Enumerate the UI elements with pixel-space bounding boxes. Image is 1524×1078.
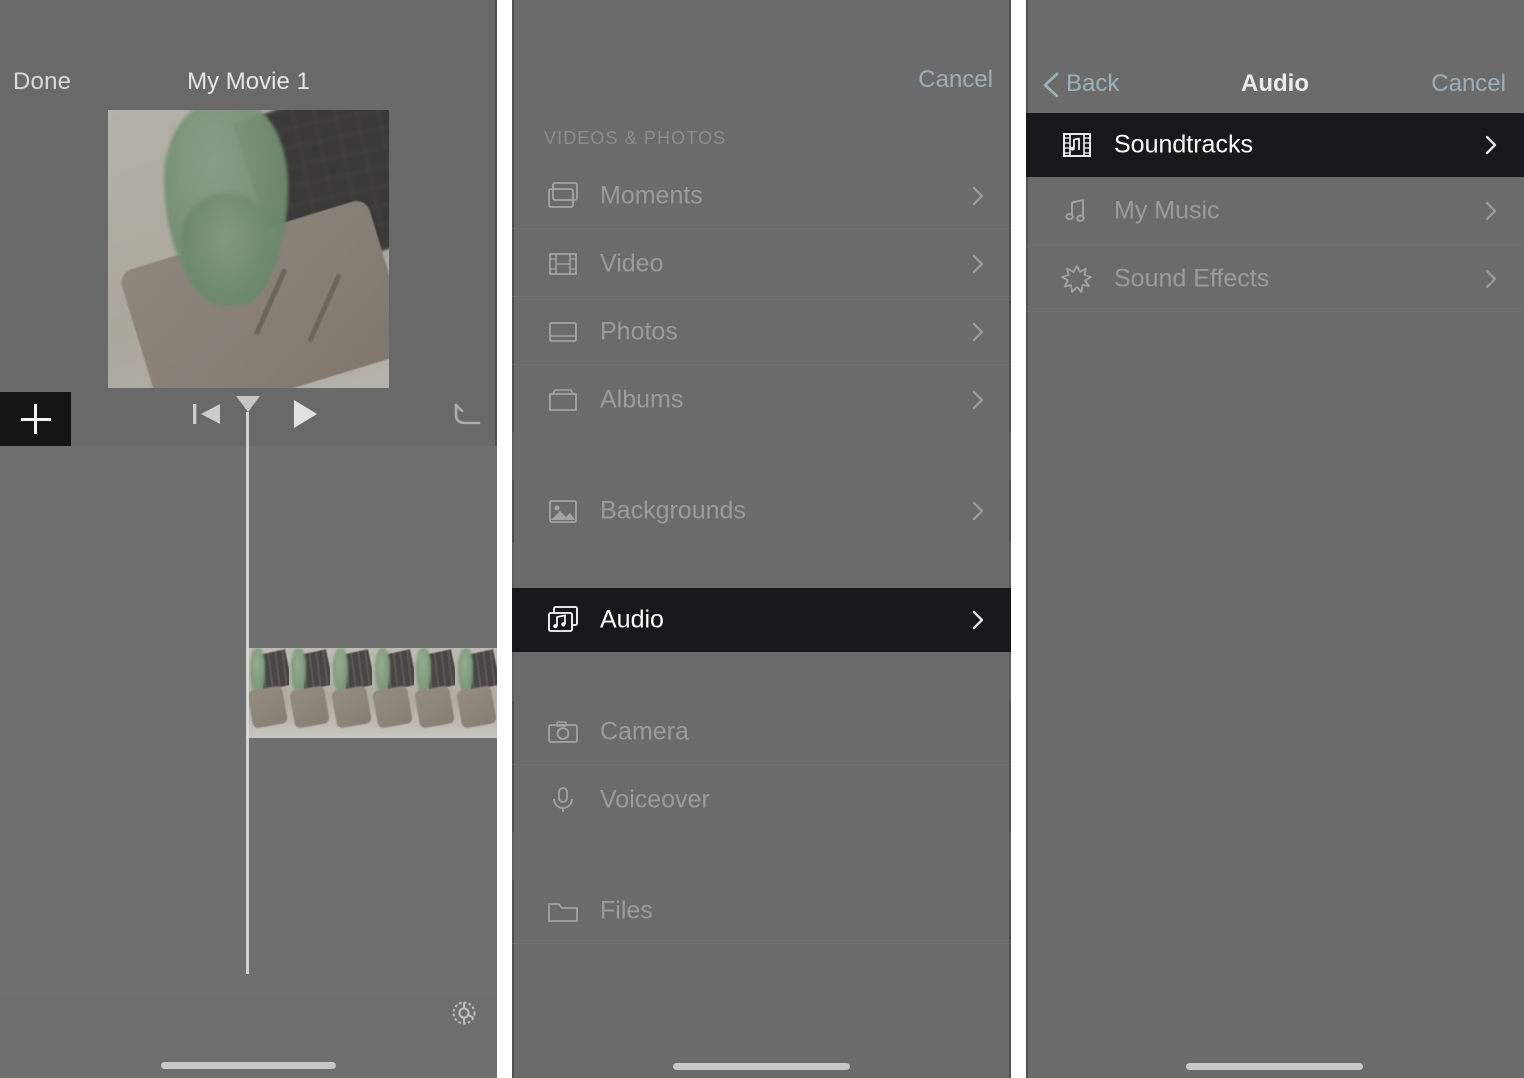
list-item-label: Voiceover	[600, 785, 710, 814]
plus-icon	[20, 404, 51, 434]
clip-frame	[247, 648, 289, 738]
list-item-soundtracks[interactable]: Soundtracks	[1026, 113, 1524, 177]
list-item-label: Soundtracks	[1114, 130, 1253, 159]
group-separator	[512, 543, 1011, 588]
clip-frame	[372, 648, 414, 738]
list-item-backgrounds[interactable]: Backgrounds	[512, 480, 1011, 542]
home-indicator	[1186, 1063, 1363, 1070]
home-indicator	[673, 1063, 850, 1070]
screenshot-stage: Done My Movie 1 Cancel VIDEOS & PHOTOS M…	[0, 0, 1524, 1078]
camera-icon	[544, 715, 582, 749]
audio-sheet-navbar: Back Audio Cancel	[1026, 70, 1524, 110]
chevron-right-icon	[971, 389, 985, 411]
page-title: My Movie 1	[187, 68, 310, 95]
skip-to-start-icon[interactable]	[192, 401, 222, 427]
list-item-video[interactable]: Video	[512, 233, 1011, 295]
moments-icon	[544, 179, 582, 213]
home-indicator	[161, 1062, 336, 1069]
list-item-label: My Music	[1114, 196, 1220, 225]
audio-icon	[544, 603, 582, 637]
list-item-moments[interactable]: Moments	[512, 165, 1011, 227]
list-item-label: Albums	[600, 385, 684, 414]
panel-imovie-editor: Done My Movie 1	[0, 0, 497, 1078]
photo-icon	[544, 315, 582, 349]
list-item-label: Moments	[600, 181, 703, 210]
group-separator	[512, 432, 1011, 480]
albums-icon	[544, 383, 582, 417]
backgrounds-icon	[544, 494, 582, 528]
list-item-label: Sound Effects	[1114, 264, 1270, 293]
list-item-label: Backgrounds	[600, 496, 746, 525]
folder-icon	[544, 894, 582, 928]
chevron-right-icon	[971, 609, 985, 631]
list-item-label: Photos	[600, 317, 678, 346]
editor-navbar: Done My Movie 1	[0, 68, 497, 106]
list-item-my-music[interactable]: My Music	[1026, 180, 1524, 242]
chevron-right-icon	[971, 253, 985, 275]
group-separator	[512, 832, 1011, 880]
list-item-camera[interactable]: Camera	[512, 701, 1011, 763]
chevron-right-icon	[971, 185, 985, 207]
chevron-right-icon	[971, 321, 985, 343]
row-divider	[512, 364, 1011, 365]
clip-frame	[330, 648, 373, 738]
row-divider	[512, 296, 1011, 297]
chevron-right-icon	[1484, 268, 1498, 290]
dim-overlay	[108, 110, 389, 388]
list-item-label: Camera	[600, 717, 689, 746]
playhead-line	[246, 412, 249, 974]
list-item-albums[interactable]: Albums	[512, 369, 1011, 431]
panel-media-picker: Cancel VIDEOS & PHOTOS Moments Video Pho…	[512, 0, 1011, 1078]
row-divider	[512, 764, 1011, 765]
undo-icon[interactable]	[452, 400, 482, 428]
sound-burst-icon	[1058, 262, 1096, 296]
playhead-marker	[236, 396, 260, 412]
row-divider	[512, 228, 1011, 229]
clip-frame	[455, 648, 497, 738]
row-divider	[512, 943, 1011, 944]
cancel-button[interactable]: Cancel	[1431, 70, 1506, 98]
group-separator	[512, 652, 1011, 701]
list-item-photos[interactable]: Photos	[512, 301, 1011, 363]
microphone-icon	[544, 783, 582, 817]
list-item-label: Video	[600, 249, 664, 278]
list-item-sound-effects[interactable]: Sound Effects	[1026, 248, 1524, 310]
list-item-label: Files	[600, 896, 653, 925]
music-note-icon	[1058, 194, 1096, 228]
chevron-right-icon	[971, 500, 985, 522]
clip-frame	[413, 648, 456, 738]
video-preview[interactable]	[108, 110, 389, 388]
play-icon[interactable]	[291, 399, 319, 429]
list-item-audio[interactable]: Audio	[512, 588, 1011, 652]
add-media-button[interactable]	[0, 392, 71, 446]
timeline-clip[interactable]	[247, 648, 497, 738]
clip-frame	[288, 648, 331, 738]
soundtrack-film-icon	[1058, 128, 1096, 162]
list-item-voiceover[interactable]: Voiceover	[512, 769, 1011, 831]
section-header-videos-photos: VIDEOS & PHOTOS	[544, 128, 727, 148]
row-divider	[1026, 311, 1524, 312]
row-divider	[1026, 245, 1524, 246]
panel-audio-picker: Back Audio Cancel Soundtracks My Music S…	[1026, 0, 1524, 1078]
media-sheet-navbar: Cancel	[512, 66, 1011, 106]
gear-icon[interactable]	[449, 998, 479, 1028]
chevron-right-icon	[1484, 134, 1498, 156]
cancel-button[interactable]: Cancel	[918, 66, 993, 94]
list-item-files[interactable]: Files	[512, 880, 1011, 942]
list-item-label: Audio	[600, 605, 664, 634]
film-icon	[544, 247, 582, 281]
chevron-right-icon	[1484, 200, 1498, 222]
